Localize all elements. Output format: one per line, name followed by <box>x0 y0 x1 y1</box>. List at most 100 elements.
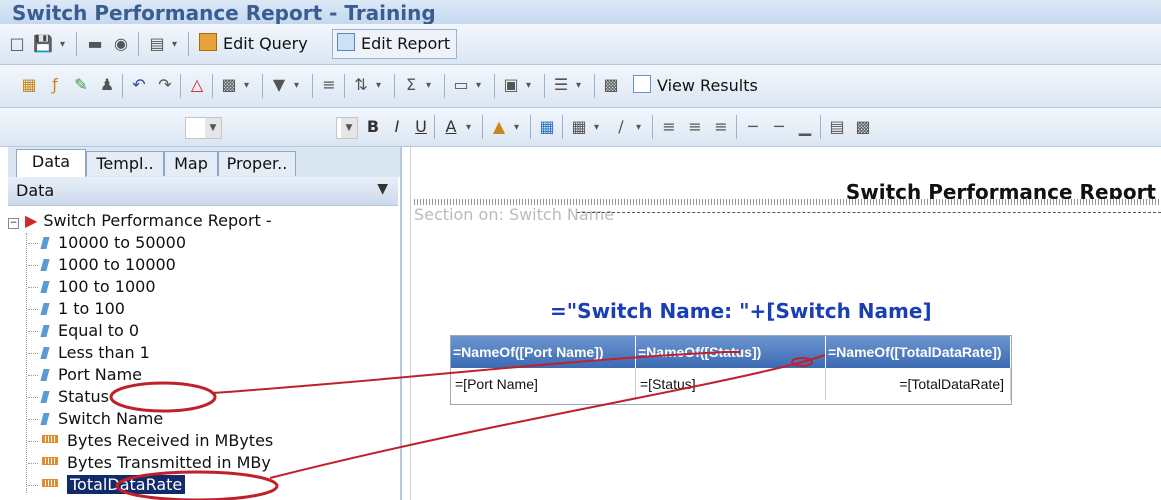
align-bottom-icon[interactable]: ▁ <box>794 116 816 138</box>
collapse-icon[interactable]: − <box>8 218 19 229</box>
track-dropdown-icon[interactable]: ▾ <box>526 80 531 91</box>
redo-icon[interactable]: ↷ <box>154 74 176 96</box>
measure-icon <box>42 457 58 465</box>
format-painter-icon[interactable]: ♟ <box>96 74 118 96</box>
border-style-dropdown-icon[interactable]: ▾ <box>636 122 641 133</box>
find-icon[interactable]: ◉ <box>110 33 132 55</box>
section-label[interactable]: Section on: Switch Name <box>414 205 614 224</box>
align-middle-icon[interactable]: ─ <box>768 116 790 138</box>
underline-icon[interactable]: U <box>410 116 432 138</box>
table-header-cell[interactable]: =NameOf([TotalDataRate]) <box>826 336 1011 368</box>
tree-item[interactable]: Bytes Received in MBytes <box>28 430 273 452</box>
print-icon[interactable]: ▬ <box>84 33 106 55</box>
block-header-cell[interactable]: ="Switch Name: "+[Switch Name] <box>550 299 932 323</box>
table-cell[interactable]: =[Port Name] <box>451 368 636 400</box>
outline-icon[interactable]: ▩ <box>600 74 622 96</box>
align-center-icon[interactable]: ≡ <box>684 116 706 138</box>
tree-item[interactable]: 1 to 100 <box>28 298 125 320</box>
wrap-text-icon[interactable]: ▤ <box>826 116 848 138</box>
chevron-down-icon[interactable]: ▼ <box>205 118 221 138</box>
toolbar-separator <box>394 74 395 98</box>
title-bar: Switch Performance Report - Training <box>0 0 1161 25</box>
tree-item[interactable]: Bytes Transmitted in MBy <box>28 452 271 474</box>
merge-cells-icon[interactable]: ▩ <box>852 116 874 138</box>
edit-report-button[interactable]: Edit Report <box>332 29 458 59</box>
tree-item[interactable]: Status <box>28 386 109 408</box>
tree-root[interactable]: − ▶ Switch Performance Report - <box>8 210 272 232</box>
tree-item-selected[interactable]: TotalDataRate <box>28 474 186 496</box>
break-icon[interactable]: ▩ <box>218 74 240 96</box>
new-document-icon[interactable]: □ <box>6 33 28 55</box>
filter-dropdown-icon[interactable]: ▾ <box>294 80 299 91</box>
tree-item[interactable]: 10000 to 50000 <box>28 232 186 254</box>
view-results-button[interactable]: View Results <box>628 71 765 101</box>
toolbar-separator <box>122 74 123 98</box>
borders-dropdown-icon[interactable]: ▾ <box>594 122 599 133</box>
tree-line <box>28 331 38 332</box>
table-cell[interactable]: =[TotalDataRate] <box>826 368 1011 400</box>
tree-item[interactable]: Less than 1 <box>28 342 150 364</box>
variable-icon[interactable]: ✎ <box>70 74 92 96</box>
tree-item[interactable]: 100 to 1000 <box>28 276 156 298</box>
pin-icon[interactable]: ▼ <box>377 181 388 197</box>
break-dropdown-icon[interactable]: ▾ <box>244 80 249 91</box>
chevron-down-icon[interactable]: ▼ <box>341 118 357 138</box>
font-name-combo[interactable]: ▼ <box>185 117 222 139</box>
borders-icon[interactable]: ▦ <box>568 116 590 138</box>
tree-item[interactable]: Switch Name <box>28 408 163 430</box>
toolbar-separator <box>562 115 563 139</box>
background-image-icon[interactable]: ▦ <box>536 116 558 138</box>
report-table[interactable]: =NameOf([Port Name]) =NameOf([Status]) =… <box>450 335 1012 405</box>
filter-icon[interactable]: ▼ <box>268 74 290 96</box>
alerter-icon[interactable]: △ <box>186 74 208 96</box>
dimension-icon <box>40 347 50 359</box>
fill-color-icon[interactable]: ▲ <box>488 116 510 138</box>
document-icon: ▶ <box>25 211 38 230</box>
undo-icon[interactable]: ↶ <box>128 74 150 96</box>
tree-line <box>28 441 38 442</box>
align-top-icon[interactable]: ─ <box>742 116 764 138</box>
rank-icon[interactable]: ≡ <box>318 74 340 96</box>
tree-line <box>28 375 38 376</box>
tree-item[interactable]: Equal to 0 <box>28 320 139 342</box>
align-right-icon[interactable]: ≡ <box>710 116 732 138</box>
fill-color-dropdown-icon[interactable]: ▾ <box>514 122 519 133</box>
sum-icon[interactable]: Σ <box>400 74 422 96</box>
save-dropdown-icon[interactable]: ▾ <box>60 39 65 50</box>
insert-dropdown-icon[interactable]: ▾ <box>476 80 481 91</box>
tab-templates[interactable]: Templ.. <box>86 151 164 176</box>
insert-column-icon[interactable]: ▭ <box>450 74 472 96</box>
report-canvas[interactable]: Switch Performance Report Section on: Sw… <box>402 147 1161 500</box>
tree-item[interactable]: Port Name <box>28 364 142 386</box>
turn-to-dropdown-icon[interactable]: ▾ <box>576 80 581 91</box>
sort-dropdown-icon[interactable]: ▾ <box>376 80 381 91</box>
sort-icon[interactable]: ⇅ <box>350 74 372 96</box>
tab-data[interactable]: Data <box>16 149 86 178</box>
window-title: Switch Performance Report - Training <box>12 1 436 25</box>
tree-item[interactable]: 1000 to 10000 <box>28 254 176 276</box>
insert-table-icon[interactable]: ▦ <box>18 74 40 96</box>
toolbar-separator <box>652 115 653 139</box>
italic-icon[interactable]: I <box>386 116 408 138</box>
tab-properties[interactable]: Proper.. <box>218 151 296 176</box>
table-header-cell[interactable]: =NameOf([Status]) <box>636 336 826 368</box>
toolbar-separator <box>138 32 139 56</box>
font-color-icon[interactable]: A <box>440 116 462 138</box>
font-color-dropdown-icon[interactable]: ▾ <box>466 122 471 133</box>
font-size-combo[interactable]: ▼ <box>336 117 358 139</box>
edit-query-button[interactable]: Edit Query <box>194 29 315 59</box>
align-left-icon[interactable]: ≡ <box>658 116 680 138</box>
formula-icon[interactable]: ƒ <box>44 74 66 96</box>
toolbar-separator <box>312 74 313 98</box>
table-header-cell[interactable]: =NameOf([Port Name]) <box>451 336 636 368</box>
view-structure-icon[interactable]: ▤ <box>146 33 168 55</box>
sum-dropdown-icon[interactable]: ▾ <box>426 80 431 91</box>
border-style-icon[interactable]: ∕ <box>610 116 632 138</box>
save-icon[interactable]: 💾 <box>32 33 54 55</box>
turn-to-icon[interactable]: ☰ <box>550 74 572 96</box>
bold-icon[interactable]: B <box>362 116 384 138</box>
view-dropdown-icon[interactable]: ▾ <box>172 39 177 50</box>
tab-map[interactable]: Map <box>164 151 218 176</box>
track-changes-icon[interactable]: ▣ <box>500 74 522 96</box>
table-cell[interactable]: =[Status] <box>636 368 826 400</box>
